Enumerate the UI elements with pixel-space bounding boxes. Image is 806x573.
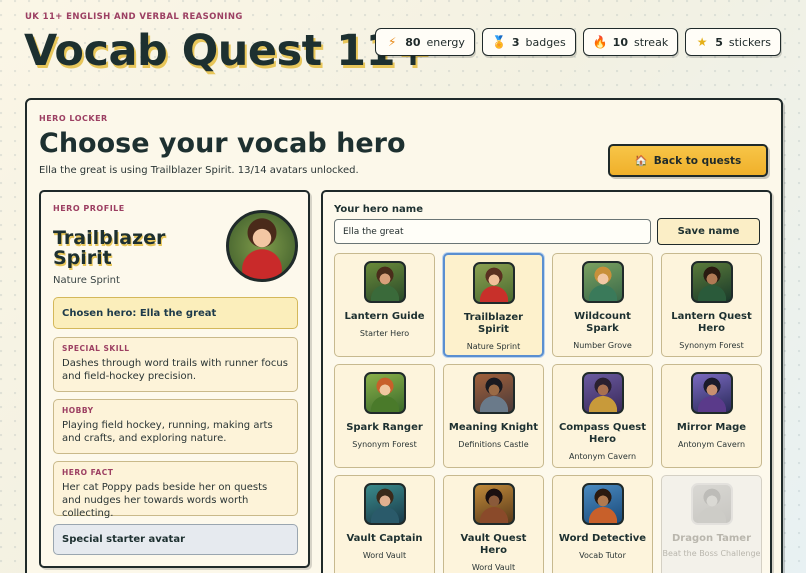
stat-badges[interactable]: 🏅 3 badges	[481, 28, 576, 56]
hero-portrait	[363, 483, 406, 525]
locker-eyebrow: HERO LOCKER	[39, 114, 108, 123]
hero-tile-wildcount-spark[interactable]: Wildcount Spark Number Grove	[552, 253, 653, 357]
avatar	[226, 210, 298, 282]
hero-tile-word-detective[interactable]: Word Detective Vocab Tutor	[552, 475, 653, 573]
hero-portrait	[690, 483, 733, 525]
locker-subtitle: Ella the great is using Trailblazer Spir…	[39, 165, 359, 176]
hero-tile-compass-quest-hero[interactable]: Compass Quest Hero Antonym Cavern	[552, 364, 653, 468]
stat-stickers[interactable]: ★ 5 stickers	[685, 28, 781, 56]
hero-tile-zone: Definitions Castle	[458, 440, 529, 449]
hero-portrait	[581, 261, 624, 303]
special-skill-card: SPECIAL SKILL Dashes through word trails…	[53, 337, 298, 392]
hero-portrait	[363, 261, 406, 303]
profile-hero-place: Nature Sprint	[53, 275, 120, 286]
hero-tile-name: Trailblazer Spirit	[463, 312, 524, 335]
hero-tile-name: Wildcount Spark	[574, 311, 631, 334]
save-name-button[interactable]: Save name	[657, 218, 760, 245]
star-icon: ★	[696, 35, 708, 49]
stat-label: badges	[525, 35, 566, 49]
hero-tile-zone: Nature Sprint	[466, 342, 521, 351]
starter-avatar-badge: Special starter avatar	[53, 524, 298, 555]
stat-energy[interactable]: ⚡ 80 energy	[375, 28, 475, 56]
card-text: Her cat Poppy pads beside her on quests …	[62, 482, 268, 519]
hero-tile-name: Vault Quest Hero	[460, 533, 527, 556]
hero-name-input[interactable]	[334, 219, 651, 244]
card-label: HERO FACT	[62, 468, 114, 477]
hero-tile-zone: Starter Hero	[359, 329, 410, 338]
hobby-card: HOBBY Playing field hockey, running, mak…	[53, 399, 298, 454]
hero-grid: Lantern Guide Starter Hero Trailblazer S…	[334, 253, 762, 573]
locker-title: Choose your vocab hero	[39, 128, 406, 159]
hero-tile-name: Lantern Quest Hero	[671, 311, 752, 334]
back-button-label: Back to quests	[653, 154, 742, 167]
chosen-hero-banner: Chosen hero: Ella the great	[53, 297, 298, 329]
flame-icon: 🔥	[592, 35, 608, 49]
stat-value: 5	[715, 35, 723, 49]
hero-tile-zone: Number Grove	[573, 341, 632, 350]
hero-tile-zone: Synonym Forest	[679, 341, 744, 350]
hero-picker-panel: Your hero name Save name Lantern Guide S…	[321, 190, 772, 573]
hero-tile-trailblazer-spirit[interactable]: Trailblazer Spirit Nature Sprint	[443, 253, 544, 357]
back-to-quests-button[interactable]: 🏠 Back to quests	[608, 144, 768, 177]
house-icon: 🏠	[634, 155, 648, 167]
hero-tile-name: Meaning Knight	[448, 422, 539, 433]
hero-portrait	[690, 372, 733, 414]
hero-tile-name: Compass Quest Hero	[558, 422, 647, 445]
hero-tile-name: Lantern Guide	[344, 311, 425, 322]
stat-value: 10	[612, 35, 628, 49]
hero-tile-zone: Vocab Tutor	[579, 551, 626, 560]
stat-label: stickers	[728, 35, 771, 49]
profile-hero-name: Trailblazer Spirit	[53, 227, 166, 269]
hero-portrait	[472, 372, 515, 414]
stat-label: energy	[426, 35, 465, 49]
hero-tile-meaning-knight[interactable]: Meaning Knight Definitions Castle	[443, 364, 544, 468]
hero-tile-vault-quest-hero[interactable]: Vault Quest Hero Word Vault	[443, 475, 544, 573]
hero-tile-dragon-tamer[interactable]: Dragon Tamer Beat the Boss Challenge	[661, 475, 762, 573]
hero-name-label: Your hero name	[334, 204, 423, 215]
app-title: Vocab Quest 11+	[24, 26, 431, 76]
hero-tile-zone: Word Vault	[362, 551, 407, 560]
hero-tile-mirror-mage[interactable]: Mirror Mage Antonym Cavern	[661, 364, 762, 468]
card-text: Dashes through word trails with runner f…	[62, 358, 288, 382]
hero-tile-spark-ranger[interactable]: Spark Ranger Synonym Forest	[334, 364, 435, 468]
hero-tile-lantern-guide[interactable]: Lantern Guide Starter Hero	[334, 253, 435, 357]
hero-tile-name: Spark Ranger	[346, 422, 423, 433]
stat-value: 3	[511, 35, 520, 49]
lightning-icon: ⚡	[387, 35, 397, 49]
hero-portrait	[472, 483, 515, 525]
medal-icon: 🏅	[491, 35, 507, 49]
stat-streak[interactable]: 🔥 10 streak	[582, 28, 679, 56]
hero-tile-lantern-quest-hero[interactable]: Lantern Quest Hero Synonym Forest	[661, 253, 762, 357]
hero-portrait	[581, 372, 624, 414]
hero-tile-name: Word Detective	[558, 533, 647, 544]
hero-portrait	[363, 372, 406, 414]
card-text: Playing field hockey, running, making ar…	[62, 420, 273, 444]
hero-portrait	[690, 261, 733, 303]
hero-tile-zone: Antonym Cavern	[568, 452, 637, 461]
hero-profile-card: HERO PROFILE Trailblazer Spirit Nature S…	[39, 190, 310, 568]
hero-tile-zone: Antonym Cavern	[677, 440, 746, 449]
hero-portrait	[581, 483, 624, 525]
card-label: SPECIAL SKILL	[62, 344, 130, 353]
card-label: HOBBY	[62, 406, 94, 415]
hero-tile-name: Dragon Tamer	[671, 533, 752, 544]
hero-tile-vault-captain[interactable]: Vault Captain Word Vault	[334, 475, 435, 573]
hero-tile-zone: Synonym Forest	[352, 440, 417, 449]
stats-bar: ⚡ 80 energy 🏅 3 badges 🔥 10 streak ★ 5 s…	[375, 28, 781, 56]
hero-tile-name: Vault Captain	[346, 533, 423, 544]
hero-locker-panel: HERO LOCKER Choose your vocab hero Ella …	[25, 98, 783, 573]
hero-tile-zone: Word Vault	[471, 563, 516, 572]
hero-fact-card: HERO FACT Her cat Poppy pads beside her …	[53, 461, 298, 519]
stat-label: streak	[633, 35, 669, 49]
hero-tile-name: Mirror Mage	[676, 422, 747, 433]
profile-eyebrow: HERO PROFILE	[53, 204, 125, 213]
stat-value: 80	[405, 35, 421, 49]
hero-tile-zone: Beat the Boss Challenge	[662, 549, 761, 558]
app-eyebrow: UK 11+ ENGLISH AND VERBAL REASONING	[25, 12, 243, 22]
hero-portrait	[472, 262, 515, 304]
